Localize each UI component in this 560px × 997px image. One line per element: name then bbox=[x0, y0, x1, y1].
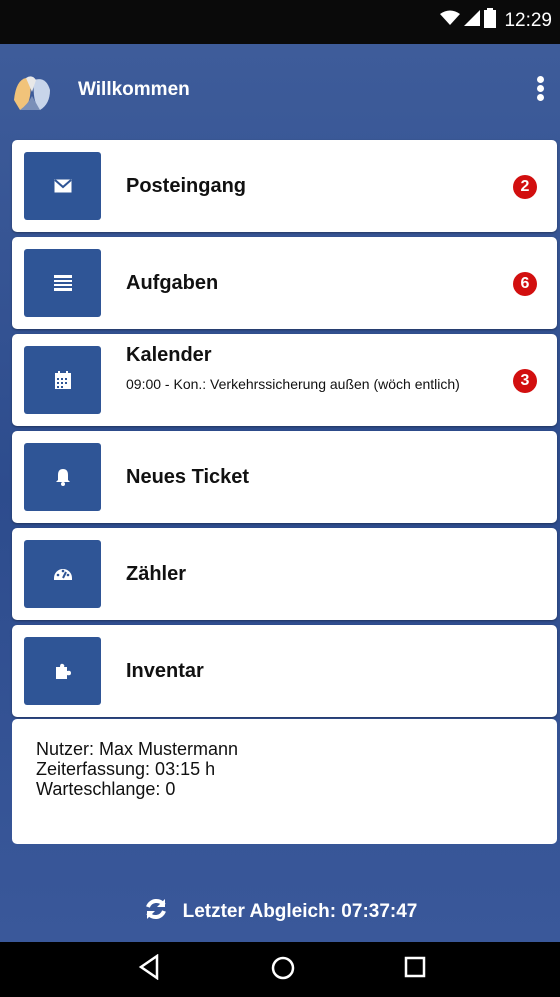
sync-footer[interactable]: Letzter Abgleich: 07:37:47 bbox=[0, 892, 560, 932]
overflow-menu-icon[interactable] bbox=[534, 74, 546, 114]
calendar-next-event: 09:00 - Kon.: Verkehrssicherung außen (w… bbox=[126, 376, 460, 392]
menu-item-label: Neues Ticket bbox=[126, 466, 250, 488]
menu-item-label: Inventar bbox=[126, 660, 204, 682]
notification-badge: 3 bbox=[513, 369, 537, 393]
menu-item-inventar[interactable]: Inventar bbox=[12, 625, 557, 717]
menu-item-tile bbox=[24, 637, 101, 705]
menu-item-label: Aufgaben bbox=[126, 272, 219, 294]
time-tracking: Zeiterfassung: 03:15 h bbox=[36, 759, 216, 779]
refresh-icon[interactable] bbox=[143, 896, 169, 928]
puzzle-icon bbox=[54, 663, 72, 679]
menu-item-tile bbox=[24, 346, 101, 414]
notification-badge: 6 bbox=[513, 272, 537, 296]
gauge-icon bbox=[53, 566, 72, 582]
wifi-icon bbox=[440, 10, 461, 31]
back-icon[interactable] bbox=[137, 953, 161, 985]
app-frame: Willkommen Posteingang 2 Aufgaben 6 Kale… bbox=[0, 44, 560, 942]
bell-icon bbox=[55, 468, 71, 486]
app-title: Willkommen bbox=[78, 79, 190, 100]
menu-item-label: Zähler bbox=[126, 563, 187, 585]
app-bar: Willkommen bbox=[0, 44, 560, 136]
system-nav-bar bbox=[0, 942, 560, 997]
calendar-icon bbox=[54, 371, 71, 389]
user-name: Nutzer: Max Mustermann bbox=[36, 739, 239, 759]
queue-count: Warteschlange: 0 bbox=[36, 779, 176, 799]
menu-item-tile bbox=[24, 443, 101, 511]
status-indicators: 12:29 bbox=[440, 8, 552, 33]
user-info-card: Nutzer: Max Mustermann Zeiterfassung: 03… bbox=[12, 719, 557, 844]
notification-badge: 2 bbox=[513, 175, 537, 199]
menu-item-label: Posteingang bbox=[126, 175, 247, 197]
home-icon[interactable] bbox=[269, 954, 297, 987]
menu-item-kalender[interactable]: Kalender 09:00 - Kon.: Verkehrssicherung… bbox=[12, 334, 557, 426]
battery-icon bbox=[484, 8, 497, 33]
status-bar: 12:29 bbox=[0, 0, 560, 44]
menu-item-aufgaben[interactable]: Aufgaben 6 bbox=[12, 237, 557, 329]
hands-logo-icon[interactable] bbox=[10, 74, 54, 110]
menu-item-label: Kalender bbox=[126, 344, 212, 366]
menu-item-posteingang[interactable]: Posteingang 2 bbox=[12, 140, 557, 232]
envelope-icon bbox=[53, 179, 72, 193]
list-icon bbox=[53, 275, 72, 291]
menu-item-zaehler[interactable]: Zähler bbox=[12, 528, 557, 620]
menu-item-neues-ticket[interactable]: Neues Ticket bbox=[12, 431, 557, 523]
recent-apps-icon[interactable] bbox=[403, 954, 427, 985]
clock: 12:29 bbox=[504, 9, 552, 31]
signal-icon bbox=[464, 10, 481, 31]
menu-item-tile bbox=[24, 249, 101, 317]
menu-item-tile bbox=[24, 152, 101, 220]
last-sync-label: Letzter Abgleich: 07:37:47 bbox=[182, 901, 418, 922]
menu-item-tile bbox=[24, 540, 101, 608]
